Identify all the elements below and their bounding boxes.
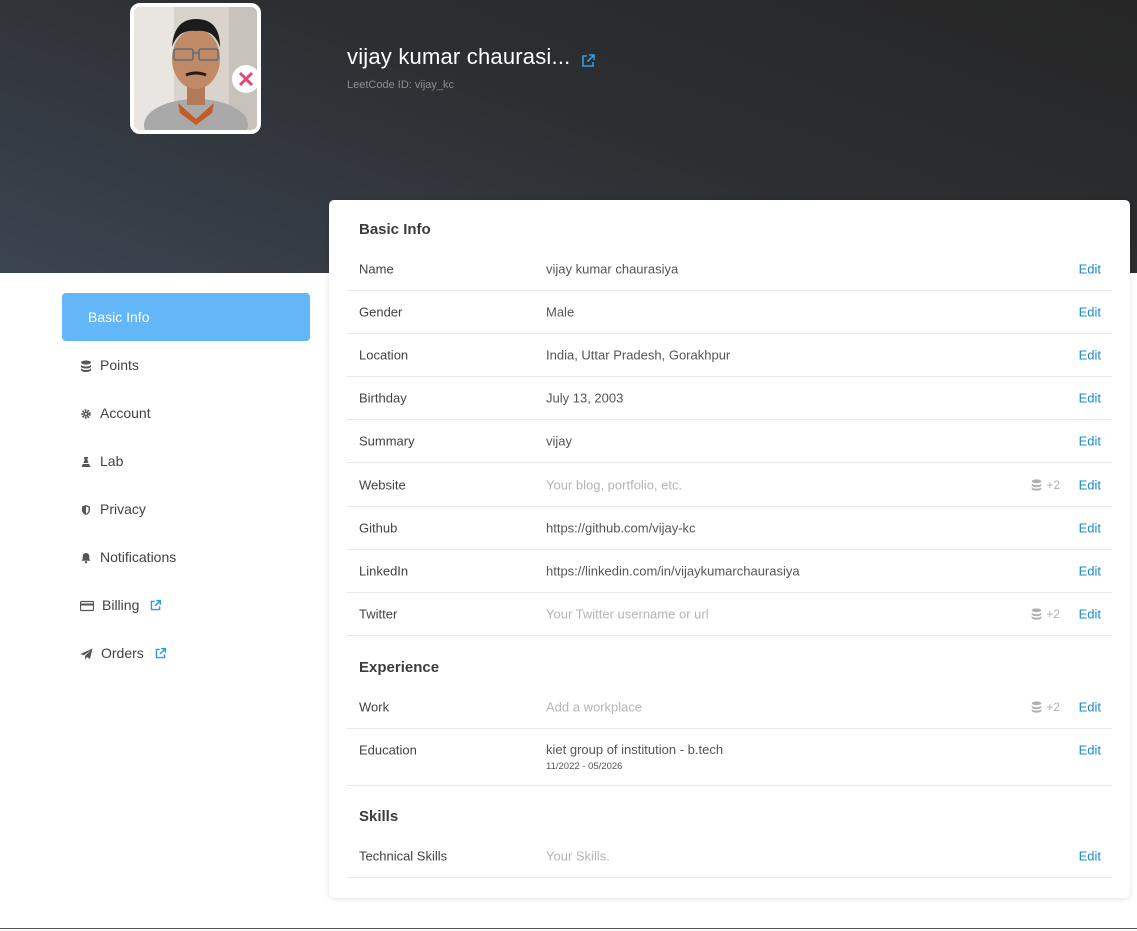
field-value: July 13, 2003 bbox=[546, 390, 624, 406]
field-placeholder: Your Skills. bbox=[546, 848, 610, 863]
points-value: +2 bbox=[1046, 700, 1060, 714]
section-title-skills: Skills bbox=[359, 808, 399, 825]
field-value: India, Uttar Pradesh, Gorakhpur bbox=[546, 347, 731, 363]
points-reward: +2 bbox=[1031, 478, 1060, 492]
field-label: Github bbox=[359, 520, 398, 536]
avatar-photo bbox=[134, 7, 257, 130]
field-value: Male bbox=[546, 304, 575, 320]
row-location: Location India, Uttar Pradesh, Gorakhpur… bbox=[347, 334, 1112, 377]
sidebar-item-lab[interactable]: Lab bbox=[62, 437, 310, 485]
edit-gender-button[interactable]: Edit bbox=[1079, 305, 1101, 320]
sidebar-item-privacy[interactable]: Privacy bbox=[62, 485, 310, 533]
education-value: kiet group of institution - b.tech bbox=[546, 742, 724, 757]
field-label: Technical Skills bbox=[359, 848, 448, 863]
field-value: vijay bbox=[546, 433, 573, 449]
field-label: Work bbox=[359, 699, 390, 715]
database-icon bbox=[1032, 701, 1042, 713]
external-link-icon bbox=[154, 647, 167, 660]
edit-twitter-button[interactable]: Edit bbox=[1079, 607, 1101, 622]
row-education: Education kiet group of institution - b.… bbox=[347, 729, 1112, 786]
edit-work-button[interactable]: Edit bbox=[1079, 700, 1101, 715]
sidebar-item-label: Lab bbox=[100, 453, 124, 469]
avatar[interactable] bbox=[130, 3, 261, 134]
row-website: Website Your blog, portfolio, etc. +2 Ed… bbox=[347, 463, 1112, 507]
database-icon bbox=[1032, 478, 1042, 491]
row-github: Github https://github.com/vijay-kc Edit bbox=[347, 507, 1112, 550]
row-gender: Gender Male Edit bbox=[347, 291, 1112, 334]
leetcode-id: LeetCode ID: vijay_kc bbox=[347, 79, 454, 91]
row-technical-skills: Technical Skills Your Skills. Edit bbox=[347, 834, 1112, 878]
edit-github-button[interactable]: Edit bbox=[1079, 521, 1101, 536]
row-linkedin: LinkedIn https://linkedin.com/in/vijayku… bbox=[347, 550, 1112, 593]
sidebar-item-label: Notifications bbox=[100, 549, 177, 565]
points-reward: +2 bbox=[1031, 700, 1060, 714]
field-label: Summary bbox=[359, 433, 415, 449]
credit-card-icon bbox=[79, 599, 95, 612]
sidebar-item-points[interactable]: Points bbox=[62, 341, 310, 389]
row-work: Work Add a workplace +2 Edit bbox=[347, 686, 1112, 729]
sidebar-item-basic-info[interactable]: Basic Info bbox=[62, 293, 310, 341]
sidebar-item-label: Points bbox=[100, 357, 139, 373]
edit-summary-button[interactable]: Edit bbox=[1079, 434, 1101, 449]
row-summary: Summary vijay Edit bbox=[347, 420, 1112, 463]
database-icon bbox=[1032, 608, 1042, 620]
sidebar-item-label: Account bbox=[100, 405, 151, 421]
footer-divider bbox=[0, 928, 1137, 929]
field-label: LinkedIn bbox=[359, 563, 409, 579]
field-label: Location bbox=[359, 347, 409, 363]
row-birthday: Birthday July 13, 2003 Edit bbox=[347, 377, 1112, 420]
paper-plane-icon bbox=[80, 647, 93, 660]
edit-education-button[interactable]: Edit bbox=[1079, 743, 1101, 758]
flask-icon bbox=[80, 455, 92, 467]
field-placeholder: Your Twitter username or url bbox=[546, 606, 709, 622]
field-label: Birthday bbox=[359, 390, 407, 406]
gear-icon bbox=[80, 407, 92, 419]
external-link-icon bbox=[149, 599, 162, 612]
sidebar-item-notifications[interactable]: Notifications bbox=[62, 533, 310, 581]
sidebar-item-account[interactable]: Account bbox=[62, 389, 310, 437]
row-twitter: Twitter Your Twitter username or url +2 … bbox=[347, 593, 1112, 636]
external-link-icon[interactable] bbox=[580, 49, 596, 67]
edit-linkedin-button[interactable]: Edit bbox=[1079, 564, 1101, 579]
sidebar-item-label: Orders bbox=[101, 645, 144, 661]
field-label: Name bbox=[359, 261, 394, 277]
field-value: vijay kumar chaurasiya bbox=[546, 261, 679, 277]
section-title-basic-info: Basic Info bbox=[359, 221, 431, 238]
sidebar-item-label: Billing bbox=[102, 597, 140, 613]
field-placeholder: Your blog, portfolio, etc. bbox=[546, 477, 683, 492]
sidebar-item-label: Privacy bbox=[100, 501, 146, 517]
settings-sidebar: Basic Info Points Account Lab Privacy No… bbox=[62, 293, 310, 677]
field-label: Gender bbox=[359, 304, 403, 320]
points-value: +2 bbox=[1046, 607, 1060, 621]
points-value: +2 bbox=[1046, 477, 1060, 492]
education-dates: 11/2022 - 05/2026 bbox=[546, 761, 623, 772]
sidebar-item-billing[interactable]: Billing bbox=[62, 581, 310, 629]
field-label: Website bbox=[359, 477, 406, 492]
field-value: https://github.com/vijay-kc bbox=[546, 520, 696, 536]
points-reward: +2 bbox=[1031, 607, 1060, 621]
sidebar-item-orders[interactable]: Orders bbox=[62, 629, 310, 677]
edit-website-button[interactable]: Edit bbox=[1079, 477, 1101, 492]
sidebar-item-label: Basic Info bbox=[88, 309, 150, 325]
profile-display-name: vijay kumar chaurasi... bbox=[347, 44, 596, 70]
field-value: kiet group of institution - b.tech 11/20… bbox=[546, 742, 723, 772]
section-title-experience: Experience bbox=[359, 659, 440, 676]
edit-birthday-button[interactable]: Edit bbox=[1079, 391, 1101, 406]
edit-technical-skills-button[interactable]: Edit bbox=[1079, 848, 1101, 863]
shield-icon bbox=[80, 503, 92, 515]
display-name-text: vijay kumar chaurasi... bbox=[347, 44, 571, 69]
field-label: Twitter bbox=[359, 606, 398, 622]
row-name: Name vijay kumar chaurasiya Edit bbox=[347, 248, 1112, 291]
database-icon bbox=[80, 359, 92, 372]
profile-settings-card: Basic Info Name vijay kumar chaurasiya E… bbox=[329, 200, 1130, 898]
bell-icon bbox=[80, 551, 92, 564]
edit-name-button[interactable]: Edit bbox=[1079, 262, 1101, 277]
field-value: https://linkedin.com/in/vijaykumarchaura… bbox=[546, 563, 800, 579]
edit-location-button[interactable]: Edit bbox=[1079, 348, 1101, 363]
field-placeholder: Add a workplace bbox=[546, 699, 643, 715]
field-label: Education bbox=[359, 742, 417, 758]
